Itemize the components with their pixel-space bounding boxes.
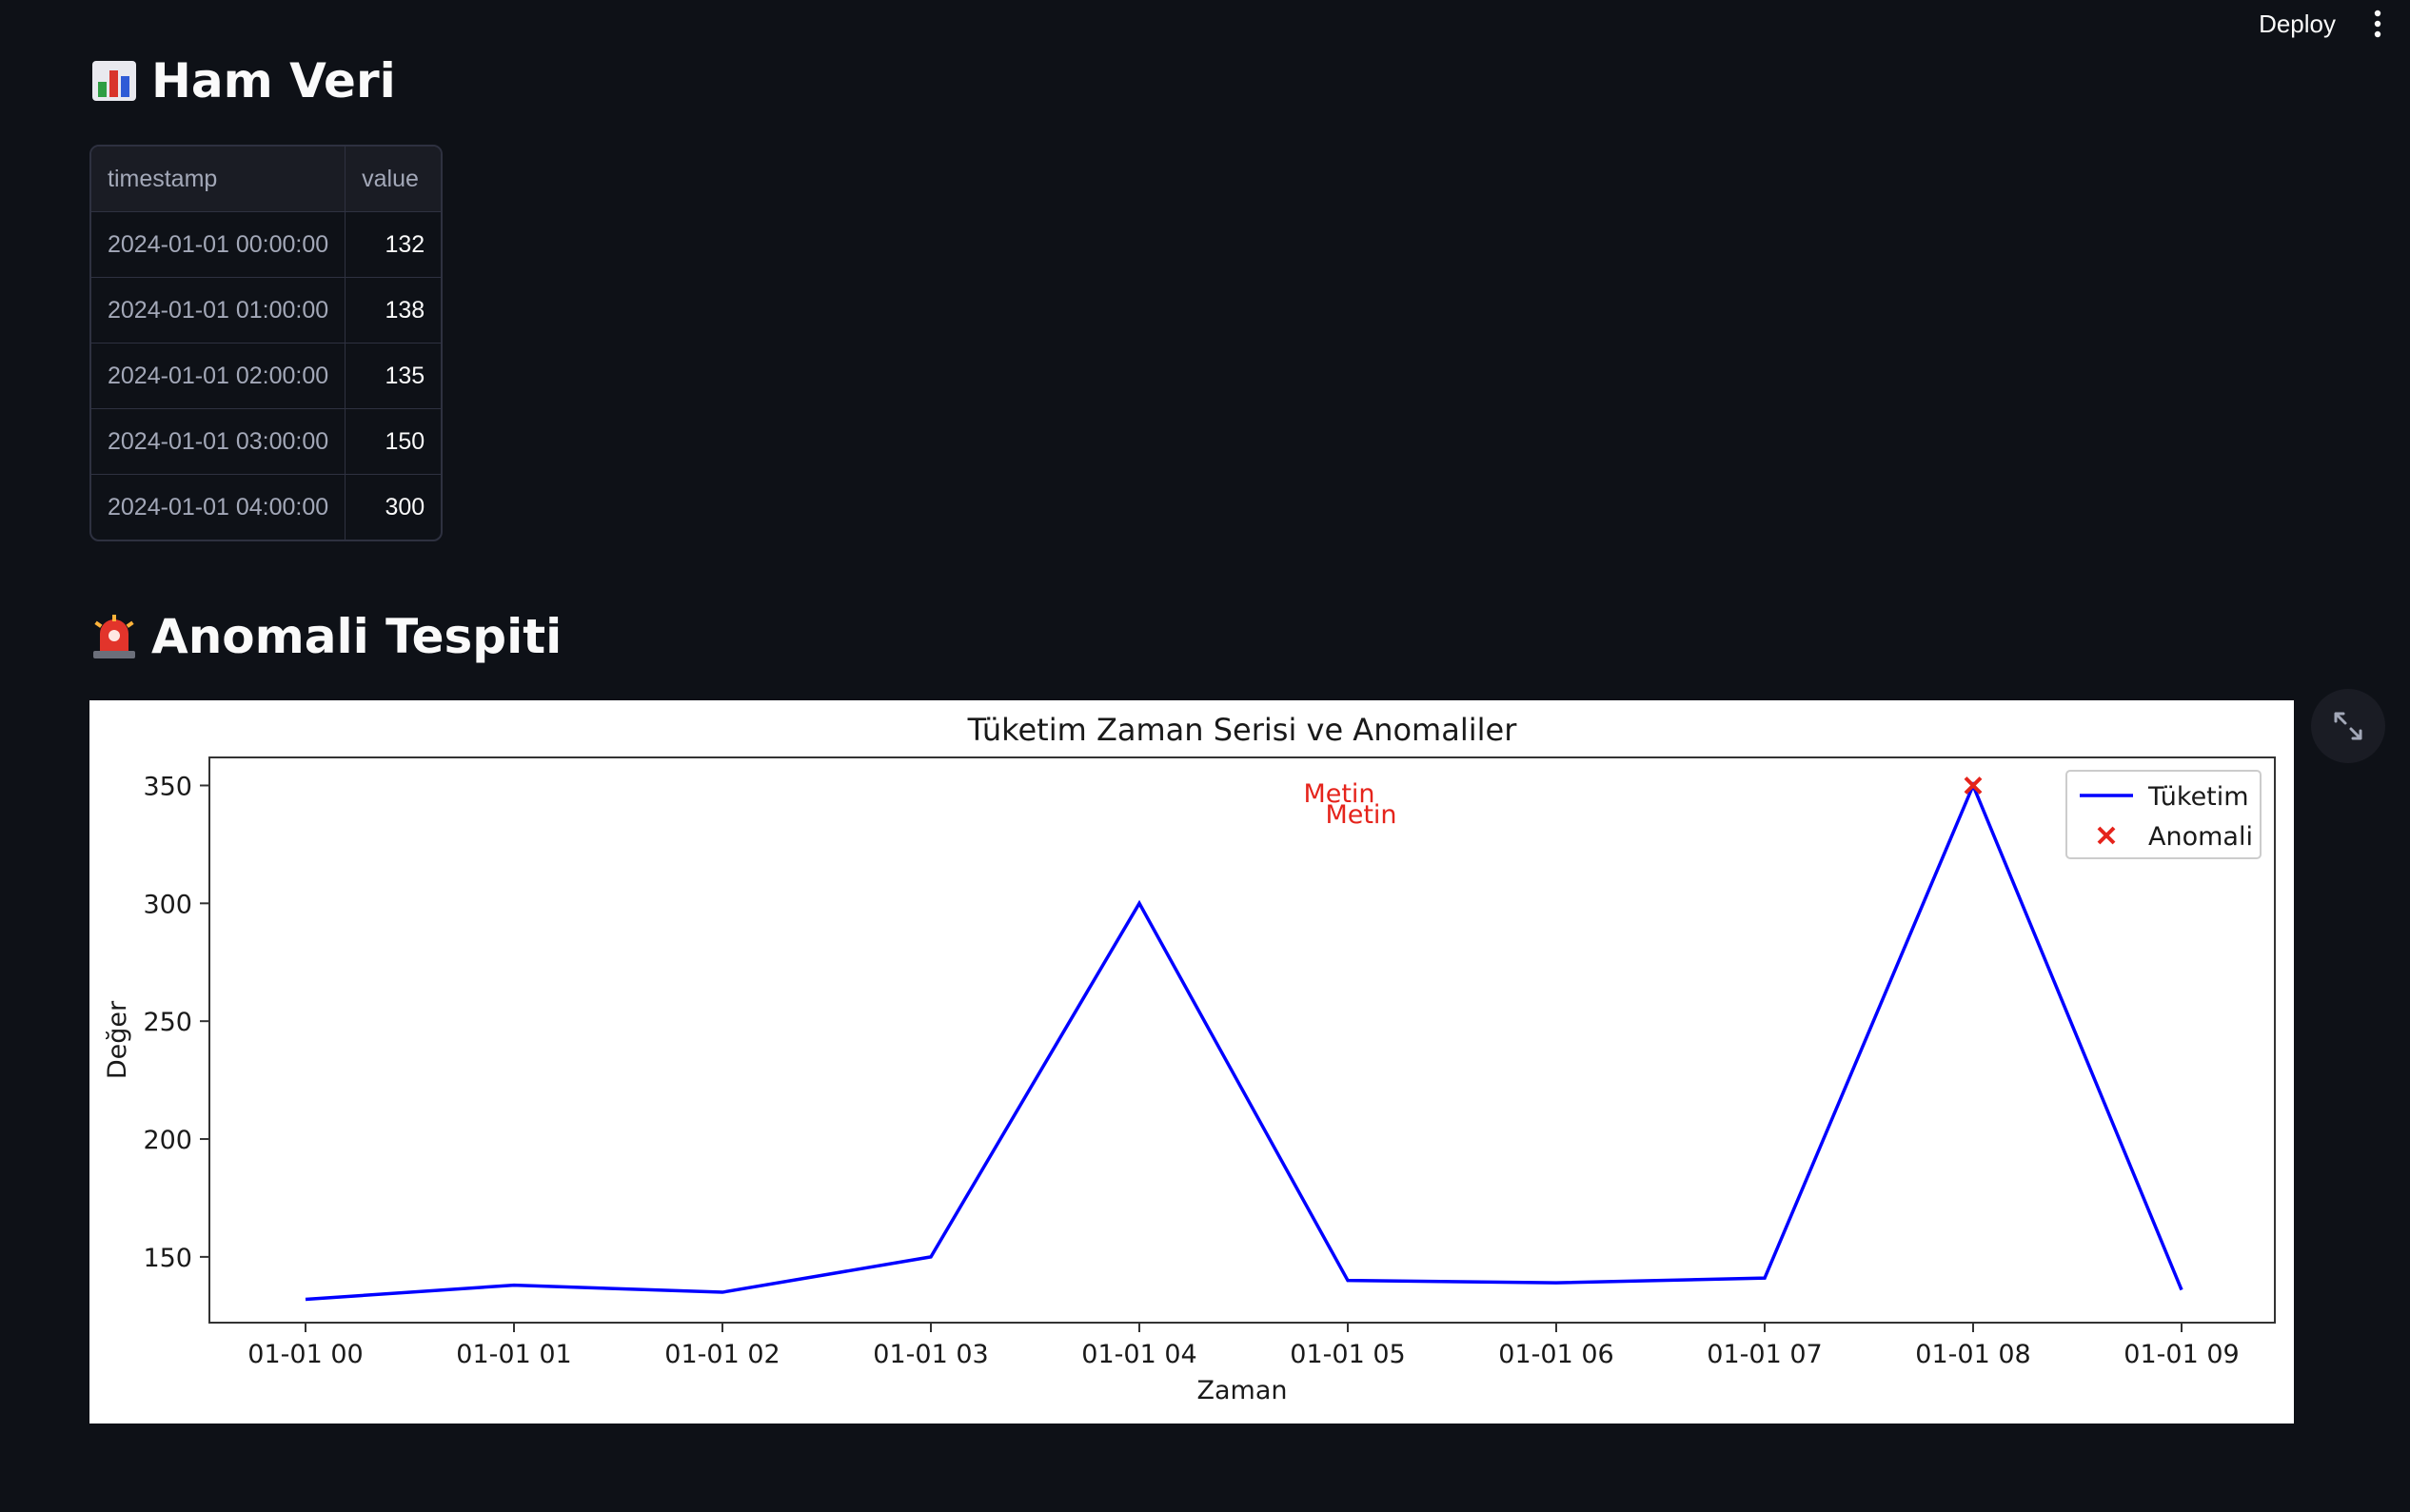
anomaly-marker [1964, 776, 1983, 795]
table-row: 2024-01-01 02:00:00 135 [91, 343, 442, 409]
legend-label: Anomali [2148, 822, 2253, 852]
y-tick-label: 250 [143, 1008, 192, 1037]
table-header-row: timestamp value [91, 147, 442, 212]
legend-label: Tüketim [2147, 782, 2249, 812]
x-tick-label: 01-01 01 [456, 1340, 571, 1369]
y-tick-label: 200 [143, 1126, 192, 1155]
main-menu-button[interactable] [2359, 4, 2397, 44]
fullscreen-expand-icon [2334, 712, 2362, 740]
cell-value[interactable]: 300 [346, 475, 441, 540]
y-tick-label: 150 [143, 1244, 192, 1273]
cell-timestamp[interactable]: 2024-01-01 02:00:00 [91, 343, 346, 409]
cell-timestamp[interactable]: 2024-01-01 01:00:00 [91, 277, 346, 344]
annotation-text: Metin [1325, 800, 1396, 830]
plot-frame [208, 756, 2276, 1324]
line-chart: Tüketim Zaman Serisi ve Anomaliler 150 200… [89, 700, 2294, 1424]
table-row: 2024-01-01 01:00:00 138 [91, 277, 442, 344]
kebab-menu-icon [2374, 10, 2381, 38]
y-tick-label: 350 [143, 772, 192, 801]
x-axis-label: Zaman [1196, 1376, 1287, 1405]
table-row: 2024-01-01 04:00:00 300 [91, 474, 441, 540]
cell-value[interactable]: 135 [345, 343, 442, 409]
cell-value[interactable]: 138 [345, 277, 442, 344]
cell-timestamp[interactable]: 2024-01-01 04:00:00 [91, 474, 346, 540]
column-header-value[interactable]: value [345, 147, 442, 212]
siren-icon [93, 615, 135, 658]
cell-timestamp[interactable]: 2024-01-01 03:00:00 [91, 408, 346, 475]
chart-canvas: Tüketim Zaman Serisi ve Anomaliler 150 200… [103, 712, 2276, 1405]
x-tick-label: 01-01 05 [1290, 1340, 1405, 1369]
table-row: 2024-01-01 03:00:00 150 [91, 408, 442, 475]
x-tick-label: 01-01 00 [247, 1340, 363, 1369]
x-tick-label: 01-01 06 [1498, 1340, 1613, 1369]
deploy-button[interactable]: Deploy [2243, 4, 2351, 44]
top-toolbar: Deploy [0, 0, 2410, 48]
cell-value[interactable]: 150 [345, 408, 442, 475]
y-axis-label: Değer [103, 1000, 132, 1079]
series-line-tuketim [305, 780, 2183, 1302]
chart-title: Tüketim Zaman Serisi ve Anomaliler [967, 712, 1518, 748]
y-tick-label: 300 [143, 890, 192, 919]
x-tick-label: 01-01 09 [2124, 1340, 2239, 1369]
section-heading-anomaly-detection: Anomali Tespiti [90, 609, 562, 664]
x-tick-label: 01-01 08 [1915, 1340, 2030, 1369]
cell-timestamp[interactable]: 2024-01-01 00:00:00 [91, 211, 346, 278]
section-title: Ham Veri [151, 53, 396, 108]
x-tick-label: 01-01 04 [1081, 1340, 1196, 1369]
dataframe-table[interactable]: timestamp value 2024-01-01 00:00:00 132 … [89, 145, 444, 541]
section-heading-raw-data: Ham Veri [90, 53, 396, 108]
column-header-timestamp[interactable]: timestamp [91, 147, 346, 212]
section-title: Anomali Tespiti [151, 609, 563, 664]
app-page: Deploy Ham Veri timestamp value 2024-01-… [0, 0, 2410, 1512]
cell-value[interactable]: 132 [345, 211, 442, 278]
x-tick-label: 01-01 07 [1707, 1340, 1822, 1369]
fullscreen-button[interactable] [2311, 689, 2385, 763]
table-row: 2024-01-01 00:00:00 132 [91, 211, 442, 278]
x-tick-label: 01-01 02 [664, 1340, 780, 1369]
x-tick-label: 01-01 03 [873, 1340, 988, 1369]
bar-chart-icon [92, 61, 136, 101]
